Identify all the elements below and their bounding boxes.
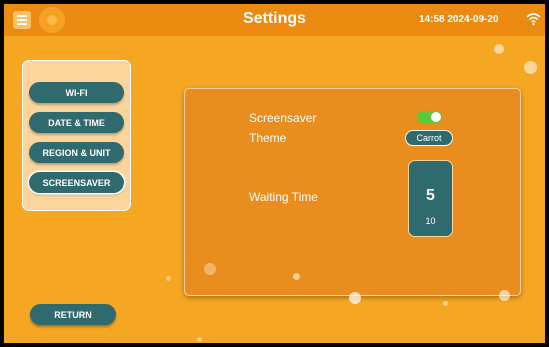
- waiting-time-value: 5: [426, 187, 435, 204]
- decorative-bubble: [166, 276, 171, 281]
- theme-label: Theme: [249, 131, 287, 145]
- decorative-bubble: [197, 337, 202, 342]
- decorative-bubble: [494, 44, 504, 54]
- sidebar-item-screensaver[interactable]: SCREENSAVER: [29, 172, 124, 193]
- settings-sidebar: WI-FI DATE & TIME REGION & UNIT SCREENSA…: [22, 60, 131, 211]
- decorative-bubble: [443, 301, 448, 306]
- waiting-time-label: Waiting Time: [249, 190, 318, 204]
- clock-date: 14:58 2024-09-20: [419, 14, 499, 25]
- screensaver-label: Screensaver: [249, 111, 317, 125]
- waiting-time-next-option[interactable]: 10: [409, 216, 452, 226]
- decorative-bubble: [499, 290, 510, 301]
- sidebar-item-region-unit[interactable]: REGION & UNIT: [29, 142, 124, 163]
- wifi-icon[interactable]: [526, 12, 541, 26]
- waiting-time-picker[interactable]: 5 10: [408, 160, 453, 237]
- decorative-bubble: [204, 263, 216, 275]
- sidebar-item-date-time[interactable]: DATE & TIME: [29, 112, 124, 133]
- screensaver-toggle[interactable]: [417, 111, 442, 123]
- settings-screen: Settings 14:58 2024-09-20 WI-FI DATE & T…: [4, 4, 545, 343]
- decorative-bubble: [293, 273, 300, 280]
- return-button[interactable]: RETURN: [30, 304, 116, 325]
- theme-select[interactable]: Carrot: [405, 130, 453, 146]
- decorative-bubble: [349, 292, 361, 304]
- decorative-bubble: [524, 61, 537, 74]
- sidebar-item-wifi[interactable]: WI-FI: [29, 82, 124, 103]
- header-bar: Settings 14:58 2024-09-20: [4, 4, 545, 36]
- toggle-knob: [431, 112, 441, 122]
- screensaver-panel: Screensaver Theme Carrot Waiting Time 5 …: [184, 88, 521, 296]
